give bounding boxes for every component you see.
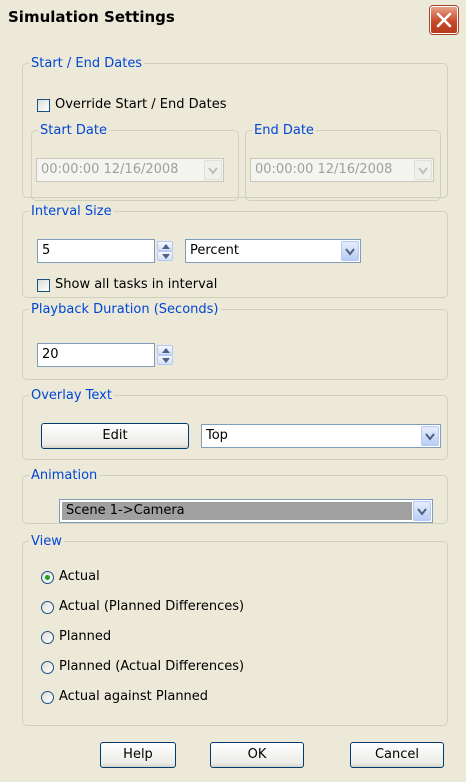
close-icon: [436, 12, 452, 28]
spin-down-button[interactable]: [157, 251, 173, 261]
window-title: Simulation Settings: [8, 8, 175, 26]
view-option-actual-against-planned-radio[interactable]: [41, 691, 54, 704]
view-option-actual-against-planned-label: Actual against Planned: [59, 689, 209, 704]
animation-value: Scene 1->Camera: [62, 502, 412, 520]
interval-unit-value: Percent: [190, 243, 239, 258]
view-option-actual-radio[interactable]: [41, 571, 54, 584]
animation-dropdown[interactable]: [413, 501, 431, 521]
overlay-text-legend: Overlay Text: [31, 388, 112, 403]
start-end-dates-group: Start / End Dates Override Start / End D…: [22, 56, 448, 201]
arrow-down-icon: [162, 254, 170, 259]
interval-size-spinner[interactable]: [157, 241, 173, 261]
interval-unit-select[interactable]: Percent: [185, 239, 361, 263]
start-date-dropdown: [204, 160, 222, 180]
animation-legend: Animation: [31, 468, 98, 483]
start-date-value: 00:00:00 12/16/2008: [41, 162, 179, 177]
chevron-down-icon: [345, 248, 355, 256]
cancel-button[interactable]: Cancel: [350, 742, 444, 768]
end-date-picker: 00:00:00 12/16/2008: [250, 158, 434, 182]
overlay-position-select[interactable]: Top: [201, 424, 441, 448]
dialog-body: Start / End Dates Override Start / End D…: [8, 38, 458, 782]
overlay-position-value: Top: [206, 428, 228, 443]
close-button[interactable]: [430, 6, 458, 34]
chevron-down-icon: [418, 167, 428, 175]
view-option-actual-label: Actual: [59, 569, 100, 584]
animation-group: Animation Scene 1->Camera: [22, 468, 448, 524]
end-date-value: 00:00:00 12/16/2008: [255, 162, 393, 177]
playback-duration-legend: Playback Duration (Seconds): [31, 302, 219, 317]
title-bar: Simulation Settings: [0, 0, 466, 36]
end-date-legend: End Date: [254, 123, 314, 138]
chevron-down-icon: [417, 508, 427, 516]
arrow-down-icon: [162, 358, 170, 363]
animation-select[interactable]: Scene 1->Camera: [59, 499, 433, 523]
view-option-actual-planned-diff-label: Actual (Planned Differences): [59, 599, 245, 614]
view-legend: View: [31, 534, 62, 549]
overlay-position-dropdown[interactable]: [421, 426, 439, 446]
overlay-text-group: Overlay Text Edit Top: [22, 388, 448, 460]
spin-up-button[interactable]: [157, 345, 173, 355]
view-option-planned-actual-diff-radio[interactable]: [41, 661, 54, 674]
arrow-up-icon: [162, 348, 170, 353]
override-dates-checkbox[interactable]: [37, 99, 50, 112]
interval-size-value: 5: [42, 243, 51, 258]
playback-duration-input[interactable]: 20: [37, 343, 155, 367]
ok-button[interactable]: OK: [210, 742, 304, 768]
start-date-group: Start Date 00:00:00 12/16/2008: [31, 123, 239, 201]
playback-duration-value: 20: [42, 347, 59, 362]
end-date-group: End Date 00:00:00 12/16/2008: [245, 123, 441, 201]
arrow-up-icon: [162, 244, 170, 249]
spin-down-button[interactable]: [157, 355, 173, 365]
interval-size-group: Interval Size 5 Percent Show all tasks i…: [22, 204, 448, 298]
playback-duration-group: Playback Duration (Seconds) 20: [22, 302, 448, 380]
playback-duration-spinner[interactable]: [157, 345, 173, 365]
chevron-down-icon: [208, 167, 218, 175]
start-date-legend: Start Date: [40, 123, 107, 138]
edit-overlay-button[interactable]: Edit: [41, 423, 189, 449]
view-option-planned-radio[interactable]: [41, 631, 54, 644]
start-end-dates-legend: Start / End Dates: [31, 56, 143, 71]
spin-up-button[interactable]: [157, 241, 173, 251]
override-dates-label: Override Start / End Dates: [55, 97, 227, 112]
interval-size-input[interactable]: 5: [37, 239, 155, 263]
chevron-down-icon: [425, 433, 435, 441]
show-all-tasks-checkbox[interactable]: [37, 279, 50, 292]
end-date-dropdown: [414, 160, 432, 180]
view-option-actual-planned-diff-radio[interactable]: [41, 601, 54, 614]
view-option-planned-label: Planned: [59, 629, 112, 644]
interval-size-legend: Interval Size: [31, 204, 112, 219]
interval-unit-dropdown[interactable]: [341, 241, 359, 261]
show-all-tasks-label: Show all tasks in interval: [55, 277, 218, 292]
start-date-picker: 00:00:00 12/16/2008: [36, 158, 224, 182]
view-option-planned-actual-diff-label: Planned (Actual Differences): [59, 659, 245, 674]
view-group: View Actual Actual (Planned Differences)…: [22, 534, 448, 726]
help-button[interactable]: Help: [100, 742, 176, 768]
